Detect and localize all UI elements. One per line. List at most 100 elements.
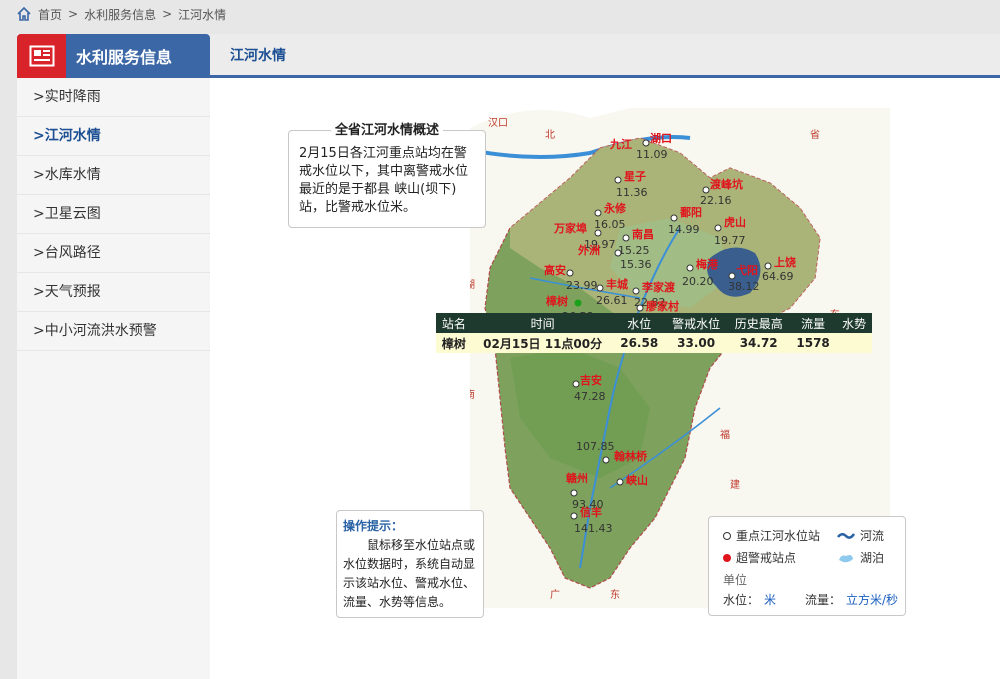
lake-icon (839, 554, 853, 562)
region-label: 南 (470, 388, 475, 401)
svg-text:丰城: 丰城 (606, 277, 628, 291)
column-header: 警戒水位 (664, 313, 728, 333)
red-dot-icon (723, 553, 731, 562)
svg-text:上饶: 上饶 (774, 255, 796, 269)
breadcrumb-separator: > (162, 7, 173, 21)
sidebar-header: 水利服务信息 (17, 34, 210, 78)
column-header: 流量 (789, 313, 837, 333)
svg-text:廖家村: 廖家村 (646, 299, 679, 313)
column-header: 水位 (613, 313, 665, 333)
sidebar-title: 水利服务信息 (76, 48, 173, 67)
svg-text:15.36: 15.36 (620, 258, 652, 271)
legend-water-level-unit: 水位：米 (723, 593, 777, 607)
svg-text:星子: 星子 (624, 170, 646, 183)
station-info-table: 站名 时间 水位 警戒水位 历史最高 流量 水势 樟树 02月15日 11点00… (436, 313, 872, 353)
sidebar-item-reservoir[interactable]: >水库水情 (17, 156, 210, 195)
svg-text:107.85: 107.85 (576, 440, 615, 453)
summary-title: 全省江河水情概述 (331, 122, 444, 140)
svg-text:14.99: 14.99 (668, 223, 700, 236)
table-cell: 34.72 (727, 333, 790, 353)
home-icon[interactable] (16, 6, 32, 22)
svg-text:11.09: 11.09 (636, 148, 668, 161)
sidebar-item-river-level[interactable]: >江河水情 (17, 117, 210, 156)
svg-text:吉安: 吉安 (580, 373, 602, 387)
svg-text:高安: 高安 (544, 263, 566, 277)
sidebar-item-weather[interactable]: >天气预报 (17, 273, 210, 312)
summary-box: 全省江河水情概述 2月15日各江河重点站均在警戒水位以下，其中离警戒水位最近的是… (288, 122, 486, 228)
hollow-circle-icon (723, 531, 731, 540)
breadcrumb-water-service[interactable]: 水利服务信息 (84, 6, 156, 23)
svg-text:11.36: 11.36 (616, 186, 648, 199)
svg-text:38.12: 38.12 (728, 280, 760, 293)
column-header: 站名 (436, 313, 472, 333)
sidebar-menu: >实时降雨 >江河水情 >水库水情 >卫星云图 >台风路径 >天气预报 >中小河… (17, 78, 210, 351)
breadcrumb-separator: > (68, 7, 79, 21)
svg-text:141.43: 141.43 (574, 522, 613, 535)
station-jiujiang[interactable]: 九江 (609, 137, 632, 151)
svg-text:64.69: 64.69 (762, 270, 794, 283)
svg-text:梅港: 梅港 (696, 257, 719, 271)
svg-text:信丰: 信丰 (580, 505, 602, 519)
region-label: 广 (550, 589, 560, 601)
legend-over-warning: 超警戒站点 (723, 549, 796, 566)
table-cell (836, 333, 872, 353)
region-label-hankou: 汉口 (488, 117, 508, 129)
table-header-row: 站名 时间 水位 警戒水位 历史最高 流量 水势 (436, 313, 872, 333)
tab-river-level[interactable]: 江河水情 (230, 45, 286, 65)
column-header: 历史最高 (727, 313, 790, 333)
svg-text:永修: 永修 (603, 201, 627, 215)
breadcrumb-current: 江河水情 (178, 7, 227, 22)
svg-text:南昌: 南昌 (632, 227, 654, 241)
svg-text:20.20: 20.20 (682, 275, 714, 288)
legend-lake: 湖泊 (837, 549, 884, 566)
sidebar-item-satellite[interactable]: >卫星云图 (17, 195, 210, 234)
summary-text: 2月15日各江河重点站均在警戒水位以下，其中离警戒水位最近的是于都县 峡山(坝下… (299, 146, 469, 215)
svg-text:26.61: 26.61 (596, 294, 628, 307)
svg-text:16.05: 16.05 (594, 218, 626, 231)
column-header: 时间 (471, 313, 614, 333)
map-legend: 重点江河水位站 河流 超警戒站点 湖泊 单位 水位：米 流量： 立方米/秒 (708, 516, 906, 616)
svg-text:万家埠: 万家埠 (553, 221, 587, 235)
legend-river: 河流 (837, 527, 884, 544)
legend-unit-title: 单位 (723, 573, 748, 587)
svg-text:赣州: 赣州 (566, 471, 588, 485)
svg-text:外洲: 外洲 (577, 243, 600, 257)
svg-text:翰林桥: 翰林桥 (614, 449, 648, 463)
tip-title: 操作提示： (343, 519, 404, 533)
svg-text:李家渡: 李家渡 (641, 280, 676, 294)
legend-flow-unit: 流量： 立方米/秒 (805, 593, 899, 607)
svg-text:湖口: 湖口 (650, 131, 672, 145)
sidebar-item-flood-warning[interactable]: >中小河流洪水预警 (17, 312, 210, 351)
column-header: 水势 (836, 313, 872, 333)
table-cell: 02月15日 11点00分 (471, 333, 614, 353)
table-cell: 26.58 (613, 333, 665, 353)
svg-text:23.99: 23.99 (566, 279, 598, 292)
table-cell: 樟树 (436, 333, 472, 353)
sidebar-item-rainfall[interactable]: >实时降雨 (17, 78, 210, 117)
region-label: 北 (545, 129, 555, 141)
svg-text:弋阳: 弋阳 (736, 263, 758, 277)
svg-text:樟树: 樟树 (545, 294, 568, 308)
legend-key-station: 重点江河水位站 (723, 527, 820, 544)
svg-text:19.77: 19.77 (714, 234, 746, 247)
tab-bar: 江河水情 (210, 34, 1000, 78)
table-cell: 1578 (789, 333, 837, 353)
region-label: 湖 (470, 279, 475, 291)
svg-text:峡山: 峡山 (626, 473, 648, 487)
svg-text:鄱阳: 鄱阳 (679, 205, 702, 219)
region-label: 东 (610, 588, 620, 601)
svg-text:九江: 九江 (609, 137, 632, 151)
table-cell: 33.00 (664, 333, 728, 353)
region-label: 建 (730, 478, 740, 491)
sidebar-item-typhoon[interactable]: >台风路径 (17, 234, 210, 273)
map-area: 汉口 北 湖 南 省 东 福 建 省 广 东 九江 湖口11.09 星子11.3… (210, 78, 1000, 679)
breadcrumb-home[interactable]: 首页 (38, 6, 62, 23)
newspaper-icon (17, 34, 66, 78)
operation-tip: 操作提示： 鼠标移至水位站点或水位数据时，系统自动显示该站水位、警戒水位、流量、… (336, 510, 484, 618)
breadcrumb: 首页 > 水利服务信息 > 江河水情 (16, 4, 226, 24)
main-content: 江河水情 汉口 北 湖 南 省 东 福 (210, 34, 1000, 679)
svg-text:22.16: 22.16 (700, 194, 732, 207)
svg-text:15.25: 15.25 (618, 244, 650, 257)
region-label: 福 (720, 428, 730, 441)
tip-body: 鼠标移至水位站点或水位数据时，系统自动显示该站水位、警戒水位、流量、水势等信息。 (343, 538, 476, 609)
